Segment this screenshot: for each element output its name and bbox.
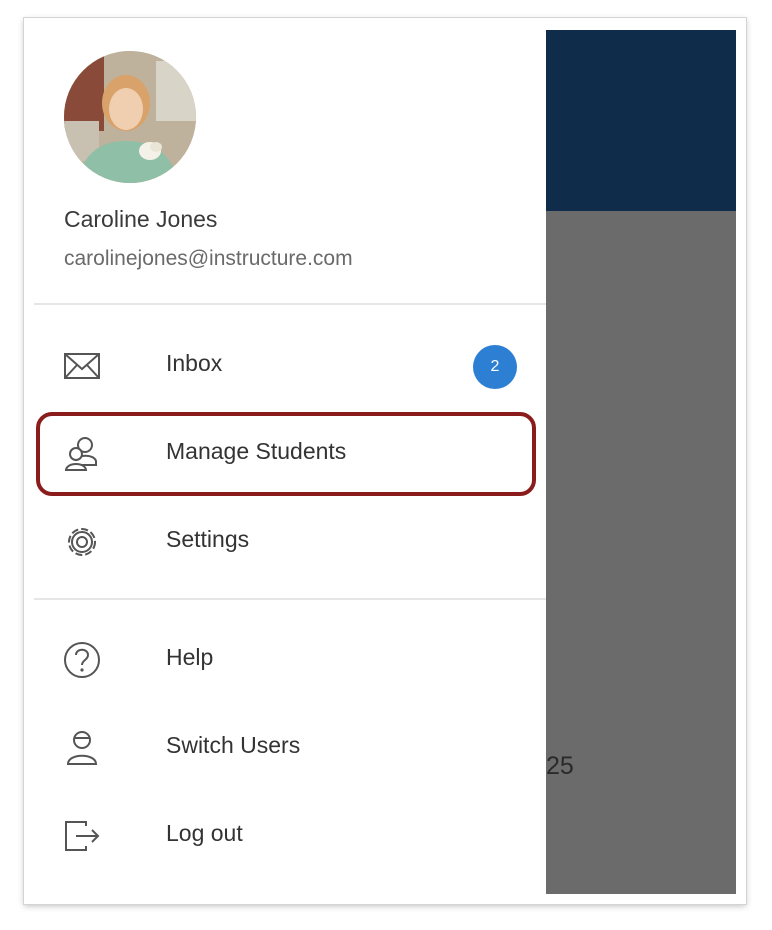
menu-label-help: Help [166,644,214,670]
menu-item-switch-users[interactable]: Switch Users [34,706,546,788]
menu-label-switch-users: Switch Users [166,732,301,758]
user-email: carolinejones@instructure.com [64,247,353,270]
background-app-text: 25 [546,752,574,780]
switch-users-icon [60,726,104,770]
navigation-drawer: Caroline Jones carolinejones@instructure… [34,18,546,904]
user-name: Caroline Jones [64,206,218,232]
menu-label-inbox: Inbox [166,350,223,376]
divider [34,303,546,305]
help-icon [60,638,104,682]
gear-icon [60,520,104,564]
menu-item-help[interactable]: Help [34,618,546,700]
logout-icon [60,814,104,858]
menu-label-log-out: Log out [166,820,243,846]
screenshot-frame: 25 Caroline Jones carolinejones@instruct… [24,18,746,904]
unread-count-badge: 2 [473,345,517,389]
mail-icon [60,344,104,388]
menu-item-inbox[interactable]: Inbox 2 [34,324,546,406]
avatar[interactable] [64,51,196,183]
background-app-overlay[interactable]: 25 [546,30,736,894]
menu-label-settings: Settings [166,526,250,552]
menu-item-settings[interactable]: Settings [34,500,546,582]
menu-item-log-out[interactable]: Log out [34,794,546,876]
background-app-header [546,30,736,211]
menu-item-manage-students[interactable]: Manage Students [34,412,546,494]
manage-students-icon [60,432,104,476]
divider [34,598,546,600]
menu-label-manage-students: Manage Students [166,438,347,464]
